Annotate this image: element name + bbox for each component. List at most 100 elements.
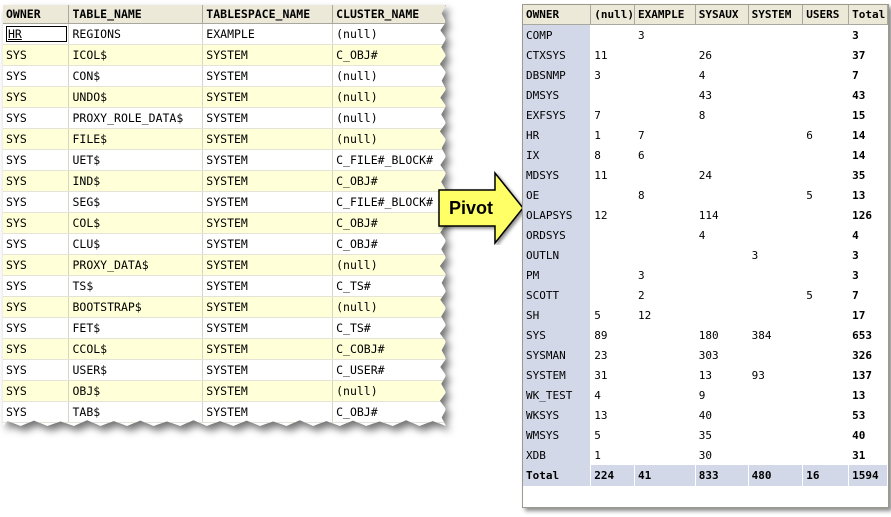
pivot-cell-example[interactable] <box>634 445 696 465</box>
pivot-row[interactable]: ORDSYS 4 4 <box>523 225 888 245</box>
pivot-row-owner[interactable]: SYSMAN <box>523 345 592 365</box>
grid-cell-table-name[interactable]: TAB$ <box>68 401 204 423</box>
grid-cell-cluster-name[interactable]: (null) <box>332 254 446 276</box>
pivot-cell-sysaux[interactable] <box>695 265 749 285</box>
pivot-cell-example[interactable]: 2 <box>634 285 696 305</box>
total-row-value[interactable]: 1594 <box>848 465 888 486</box>
grid-cell-table-name[interactable]: FILE$ <box>68 128 204 150</box>
pivot-cell-sysaux[interactable]: 40 <box>695 405 749 425</box>
pivot-cell-null[interactable]: 13 <box>590 405 636 425</box>
grid-cell-cluster-name[interactable]: C_OBJ# <box>332 212 446 234</box>
pivot-cell-example[interactable]: 3 <box>634 24 696 45</box>
pivot-row[interactable]: OLAPSYS 12 114 126 <box>523 205 888 225</box>
grid-cell-table-name[interactable]: REGIONS <box>68 23 204 45</box>
pivot-row-total[interactable]: 37 <box>848 45 888 65</box>
pivot-row[interactable]: DMSYS 43 43 <box>523 85 888 105</box>
table-row[interactable]: SYS FILE$ SYSTEM (null) <box>3 128 446 150</box>
pivot-cell-null[interactable]: 31 <box>590 365 636 385</box>
grid-cell-tablespace-name[interactable]: SYSTEM <box>202 86 334 108</box>
pivot-cell-users[interactable] <box>802 425 850 445</box>
pivot-row-total[interactable]: 53 <box>848 405 888 425</box>
pivot-row[interactable]: EXFSYS 7 8 15 <box>523 105 888 125</box>
pivot-cell-users[interactable] <box>802 265 850 285</box>
pivot-row-owner[interactable]: ORDSYS <box>523 225 592 245</box>
pivot-row-total[interactable]: 31 <box>848 445 888 465</box>
pivot-row-total[interactable]: 35 <box>848 165 888 185</box>
grid-cell-owner[interactable]: SYS <box>3 401 70 423</box>
pivot-row-total[interactable]: 4 <box>848 225 888 245</box>
grid-cell-owner[interactable]: SYS <box>3 212 70 234</box>
pivot-cell-system[interactable] <box>748 445 804 465</box>
total-row-label[interactable]: Total <box>523 465 592 486</box>
pivot-row[interactable]: SCOTT 2 5 7 <box>523 285 888 305</box>
column-header-owner[interactable]: OWNER <box>3 5 70 24</box>
pivot-result-grid[interactable]: OWNER (null) EXAMPLE SYSAUX SYSTEM USERS Total… <box>522 4 889 508</box>
grid-cell-owner[interactable]: SYS <box>3 380 70 402</box>
pivot-row-owner[interactable]: CTXSYS <box>523 45 592 65</box>
grid-cell-cluster-name[interactable]: C_COBJ# <box>332 338 446 360</box>
grid-cell-owner[interactable]: SYS <box>3 128 70 150</box>
pivot-row[interactable]: SYS 89 180 384 653 <box>523 325 888 345</box>
pivot-row[interactable]: DBSNMP 3 4 7 <box>523 65 888 85</box>
pivot-cell-example[interactable]: 12 <box>634 305 696 325</box>
pivot-cell-users[interactable] <box>802 165 850 185</box>
pivot-cell-null[interactable] <box>590 24 636 45</box>
pivot-cell-system[interactable] <box>748 45 804 65</box>
pivot-cell-example[interactable]: 6 <box>634 145 696 165</box>
pivot-row-total[interactable]: 7 <box>848 65 888 85</box>
pivot-row-total[interactable]: 326 <box>848 345 888 365</box>
pivot-row-owner[interactable]: SCOTT <box>523 285 592 305</box>
pivot-cell-users[interactable] <box>802 305 850 325</box>
pivot-row[interactable]: PM 3 3 <box>523 265 888 285</box>
pivot-row[interactable]: WMSYS 5 35 40 <box>523 425 888 445</box>
table-row[interactable]: HR REGIONS EXAMPLE (null) <box>3 23 446 45</box>
pivot-cell-null[interactable] <box>590 85 636 105</box>
pivot-row-total[interactable]: 3 <box>848 265 888 285</box>
pivot-cell-sysaux[interactable]: 30 <box>695 445 749 465</box>
grid-cell-table-name[interactable]: UET$ <box>68 149 204 171</box>
pivot-row[interactable]: COMP 3 3 <box>523 24 888 45</box>
grid-cell-cluster-name[interactable]: C_OBJ# <box>332 170 446 192</box>
pivot-cell-system[interactable] <box>748 285 804 305</box>
pivot-row-owner[interactable]: WKSYS <box>523 405 592 425</box>
grid-cell-table-name[interactable]: UNDO$ <box>68 86 204 108</box>
pivot-row[interactable]: IX 8 6 14 <box>523 145 888 165</box>
pivot-column-header-null[interactable]: (null) <box>590 5 636 25</box>
pivot-cell-sysaux[interactable]: 43 <box>695 85 749 105</box>
grid-cell-owner[interactable]: SYS <box>3 107 70 129</box>
grid-cell-tablespace-name[interactable]: SYSTEM <box>202 338 334 360</box>
grid-cell-table-name[interactable]: IND$ <box>68 170 204 192</box>
pivot-cell-users[interactable] <box>802 225 850 245</box>
pivot-row[interactable]: WKSYS 13 40 53 <box>523 405 888 425</box>
grid-cell-table-name[interactable]: CON$ <box>68 65 204 87</box>
pivot-cell-system[interactable]: 3 <box>748 245 804 265</box>
pivot-cell-users[interactable] <box>802 85 850 105</box>
pivot-cell-null[interactable]: 4 <box>590 385 636 405</box>
total-row-value[interactable]: 41 <box>634 465 696 486</box>
pivot-cell-users[interactable] <box>802 345 850 365</box>
grid-cell-table-name[interactable]: SEG$ <box>68 191 204 213</box>
grid-cell-owner[interactable]: SYS <box>3 359 70 381</box>
table-row[interactable]: SYS CCOL$ SYSTEM C_COBJ# <box>3 338 446 360</box>
grid-cell-table-name[interactable]: OBJ$ <box>68 380 204 402</box>
pivot-cell-system[interactable] <box>748 205 804 225</box>
grid-cell-cluster-name[interactable]: C_FILE#_BLOCK# <box>332 191 446 213</box>
pivot-row[interactable]: HR 1 7 6 14 <box>523 125 888 145</box>
grid-cell-cluster-name[interactable]: C_FILE#_BLOCK# <box>332 149 446 171</box>
pivot-cell-null[interactable] <box>590 245 636 265</box>
grid-cell-cluster-name[interactable]: C_TS# <box>332 317 446 339</box>
pivot-cell-null[interactable]: 89 <box>590 325 636 345</box>
pivot-cell-null[interactable]: 8 <box>590 145 636 165</box>
pivot-row-owner[interactable]: DBSNMP <box>523 65 592 85</box>
column-header-cluster-name[interactable]: CLUSTER_NAME <box>332 5 446 24</box>
grid-cell-cluster-name[interactable]: (null) <box>332 86 446 108</box>
grid-cell-tablespace-name[interactable]: SYSTEM <box>202 107 334 129</box>
pivot-total-row[interactable]: Total 224 41 833 480 16 1594 <box>523 465 888 486</box>
grid-cell-tablespace-name[interactable]: SYSTEM <box>202 212 334 234</box>
grid-cell-table-name[interactable]: USER$ <box>68 359 204 381</box>
pivot-cell-example[interactable] <box>634 405 696 425</box>
pivot-cell-sysaux[interactable]: 35 <box>695 425 749 445</box>
pivot-row-owner[interactable]: HR <box>523 125 592 145</box>
pivot-cell-system[interactable] <box>748 385 804 405</box>
pivot-cell-system[interactable] <box>748 145 804 165</box>
